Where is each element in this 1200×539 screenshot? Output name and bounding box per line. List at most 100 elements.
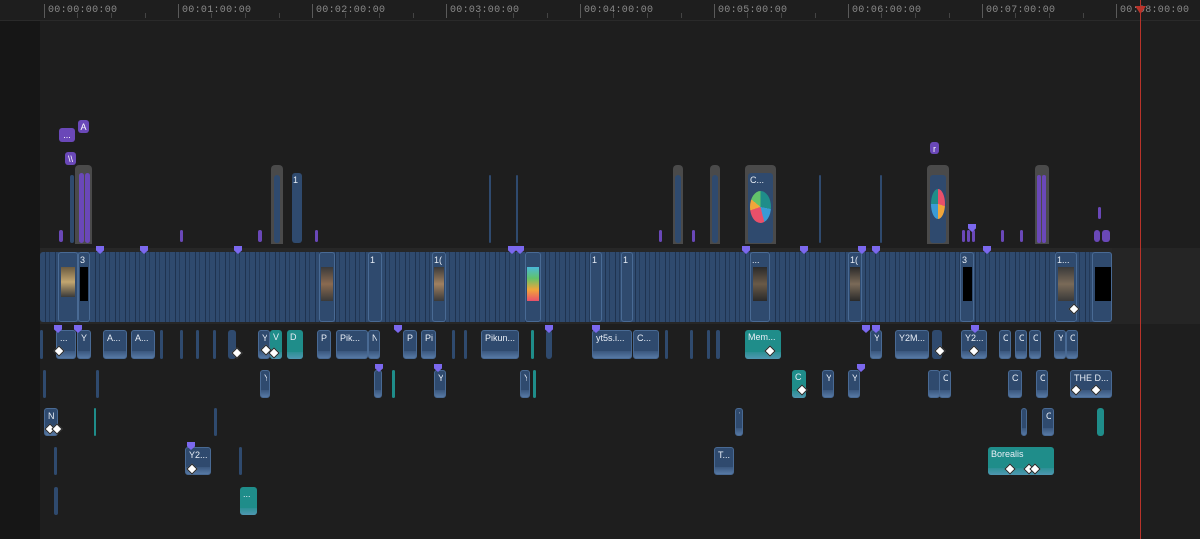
title-clip[interactable]: ... (59, 128, 75, 142)
title-clip[interactable] (962, 230, 965, 242)
audio-clip[interactable]: Y (260, 370, 270, 398)
audio-clip[interactable]: Borealis (988, 447, 1054, 475)
audio-clip[interactable]: P (317, 330, 331, 359)
audio-clip[interactable]: Y (520, 370, 530, 398)
overlay-clip[interactable] (880, 175, 882, 243)
audio-clip[interactable]: N (368, 330, 380, 359)
audio-clip[interactable]: A... (103, 330, 127, 359)
audio-clip[interactable] (96, 370, 99, 398)
overlay-clip[interactable] (819, 175, 821, 243)
title-clip[interactable] (967, 230, 970, 242)
title-clip[interactable]: A (78, 120, 89, 133)
audio-clip[interactable] (707, 330, 710, 359)
audio-clip[interactable]: C (1008, 370, 1022, 398)
audio-clip[interactable]: Y (77, 330, 91, 359)
overlay-clip[interactable] (712, 175, 718, 243)
overlay-clip[interactable] (930, 175, 946, 243)
overlay-clip[interactable] (70, 175, 74, 243)
audio-clip[interactable]: Pi (421, 330, 436, 359)
overlay-clip[interactable] (1037, 175, 1041, 243)
audio-clip[interactable]: Y (848, 370, 860, 398)
title-clip[interactable] (180, 230, 183, 242)
video-clip[interactable] (319, 252, 335, 322)
overlay-clip[interactable]: 1 (292, 173, 302, 243)
audio-clip[interactable]: A... (131, 330, 155, 359)
audio-clip[interactable] (213, 330, 216, 359)
video-clip[interactable]: 1 (590, 252, 602, 322)
audio-clip[interactable]: Pikun... (481, 330, 519, 359)
title-clip[interactable] (692, 230, 695, 242)
audio-clip[interactable]: Y (434, 370, 446, 398)
video-clip[interactable] (525, 252, 541, 322)
audio-clip[interactable] (452, 330, 455, 359)
audio-clip[interactable] (54, 487, 58, 515)
video-clip[interactable]: 1 (368, 252, 382, 322)
playhead[interactable] (1140, 0, 1141, 539)
overlay-clip[interactable]: C... (748, 173, 773, 243)
title-clip[interactable] (1094, 230, 1100, 242)
audio-clip[interactable]: C (999, 330, 1011, 359)
audio-clip[interactable]: yt5s.i... (592, 330, 632, 359)
audio-clip[interactable]: Y (1054, 330, 1066, 359)
audio-clip[interactable] (43, 370, 46, 398)
audio-clip[interactable] (531, 330, 534, 359)
title-clip[interactable]: \\ (65, 152, 76, 165)
audio-clip[interactable] (374, 370, 382, 398)
video-clip[interactable] (1092, 252, 1112, 322)
audio-clip[interactable] (1097, 408, 1104, 436)
video-clip[interactable]: ... (750, 252, 770, 322)
audio-clip[interactable] (239, 447, 242, 475)
audio-clip[interactable]: C (1042, 408, 1054, 436)
audio-clip[interactable]: Mem... (745, 330, 781, 359)
title-clip[interactable] (315, 230, 318, 242)
video-clip-strip[interactable] (40, 252, 1112, 322)
audio-clip[interactable] (392, 370, 395, 398)
video-clip[interactable]: 3 (960, 252, 974, 322)
video-clip[interactable]: 1( (432, 252, 446, 322)
overlay-clip[interactable] (85, 173, 90, 243)
audio-clip[interactable]: C (1029, 330, 1041, 359)
audio-clip[interactable] (196, 330, 199, 359)
overlay-clip[interactable] (516, 175, 518, 243)
title-clip[interactable] (258, 230, 262, 242)
audio-clip[interactable]: Y (822, 370, 834, 398)
audio-clip[interactable] (533, 370, 536, 398)
overlay-clip[interactable] (274, 175, 280, 243)
audio-clip[interactable] (40, 330, 43, 359)
audio-clip[interactable]: Y2M... (895, 330, 929, 359)
audio-clip[interactable]: T... (714, 447, 734, 475)
audio-clip[interactable]: C (792, 370, 806, 398)
title-clip[interactable] (1098, 207, 1101, 219)
title-clip[interactable] (659, 230, 662, 242)
audio-clip[interactable]: C (1036, 370, 1048, 398)
audio-clip[interactable] (1021, 408, 1027, 436)
overlay-clip[interactable] (1042, 175, 1046, 243)
audio-clip[interactable] (94, 408, 96, 436)
audio-clip[interactable]: P (403, 330, 417, 359)
video-clip[interactable] (58, 252, 78, 322)
audio-clip[interactable]: Y (870, 330, 882, 359)
audio-clip[interactable]: D (287, 330, 303, 359)
audio-clip[interactable] (160, 330, 163, 359)
title-clip[interactable]: r (930, 142, 939, 154)
audio-clip[interactable]: C (1015, 330, 1027, 359)
audio-clip[interactable] (665, 330, 668, 359)
overlay-clip[interactable] (489, 175, 491, 243)
timeline-ruler[interactable]: 00:00:00:00 00:01:00:00 00:02:00:00 00:0… (0, 0, 1200, 21)
audio-clip[interactable]: ... (240, 487, 257, 515)
title-clip[interactable] (59, 230, 63, 242)
audio-clip[interactable] (54, 447, 57, 475)
audio-clip[interactable]: Y (735, 408, 743, 436)
title-clip[interactable] (972, 230, 975, 242)
audio-clip[interactable] (464, 330, 467, 359)
overlay-clip[interactable] (79, 173, 84, 243)
audio-clip[interactable] (716, 330, 720, 359)
audio-clip[interactable]: C (1066, 330, 1078, 359)
audio-clip[interactable] (214, 408, 217, 436)
audio-clip[interactable]: Pik... (336, 330, 368, 359)
video-clip[interactable]: 3 (78, 252, 90, 322)
title-clip[interactable] (1102, 230, 1110, 242)
video-clip[interactable]: 1( (848, 252, 862, 322)
audio-clip[interactable] (180, 330, 183, 359)
title-clip[interactable] (1001, 230, 1004, 242)
